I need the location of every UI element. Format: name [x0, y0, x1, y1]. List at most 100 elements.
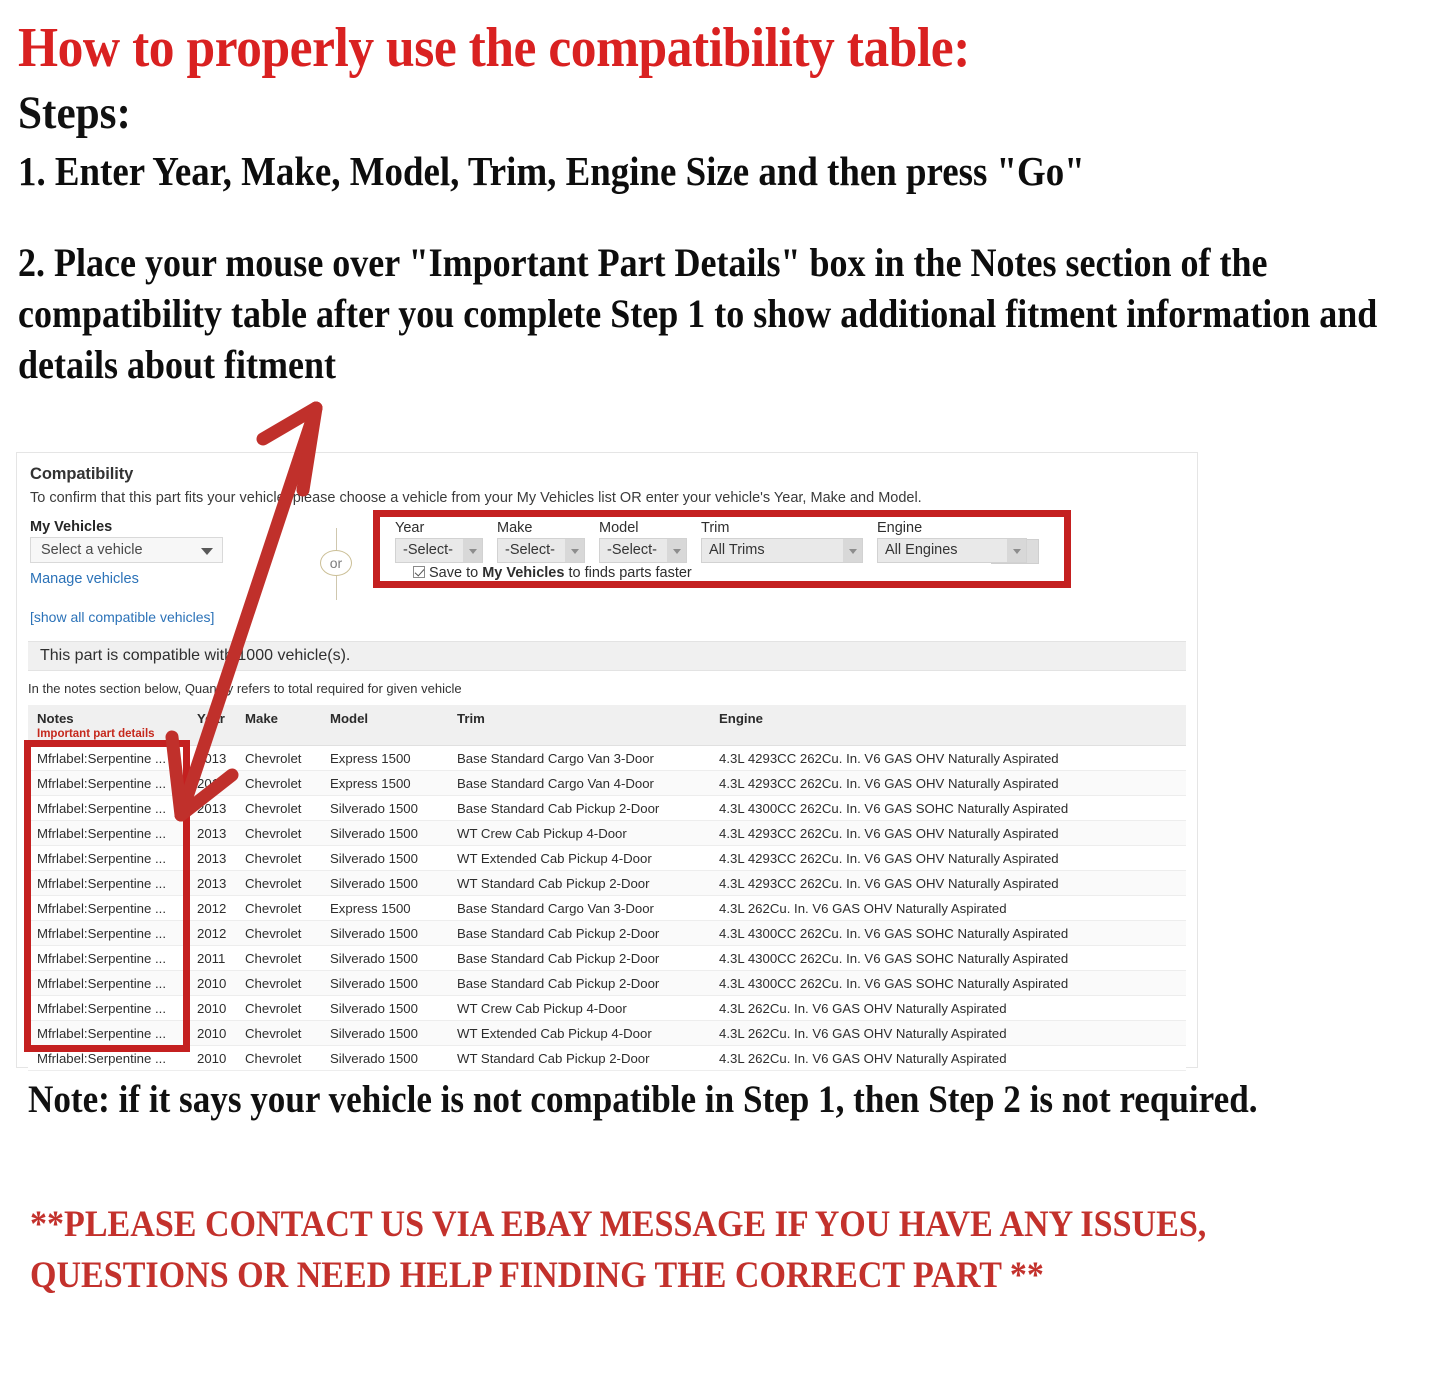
cell-trim: Base Standard Cargo Van 4-Door	[448, 770, 710, 796]
table-row: Mfrlabel:Serpentine ... 2012 Chevrolet Expr…	[28, 895, 1186, 921]
cell-notes[interactable]: Mfrlabel:Serpentine ...	[28, 820, 188, 846]
table-body: Mfrlabel:Serpentine ... 2013 Chevrolet Expr…	[28, 745, 1186, 1071]
select-trim[interactable]: All Trims	[701, 538, 863, 563]
cell-trim: WT Crew Cab Pickup 4-Door	[448, 820, 710, 846]
cell-engine: 4.3L 262Cu. In. V6 GAS OHV Naturally Asp…	[710, 1020, 1186, 1046]
save-suffix-text: to finds parts faster	[564, 565, 692, 581]
cell-engine: 4.3L 262Cu. In. V6 GAS OHV Naturally Asp…	[710, 995, 1186, 1021]
footer-contact: **PLEASE CONTACT US VIA EBAY MESSAGE IF …	[30, 1204, 1207, 1296]
cell-make: Chevrolet	[236, 845, 321, 871]
cell-engine: 4.3L 4293CC 262Cu. In. V6 GAS OHV Natura…	[710, 820, 1186, 846]
cell-year: 2013	[188, 870, 236, 896]
cell-year: 2010	[188, 1045, 236, 1071]
cell-notes[interactable]: Mfrlabel:Serpentine ...	[28, 770, 188, 796]
cell-notes[interactable]: Mfrlabel:Serpentine ...	[28, 870, 188, 896]
cell-year: 2013	[188, 845, 236, 871]
select-value-make: -Select-	[505, 542, 555, 558]
label-engine: Engine	[877, 520, 923, 536]
or-divider: or	[317, 528, 357, 600]
table-header: Notes Important part details Year Make M…	[28, 705, 1186, 746]
save-to-my-vehicles-row[interactable]: Save to My Vehicles to finds parts faste…	[413, 565, 692, 581]
cell-notes[interactable]: Mfrlabel:Serpentine ...	[28, 1020, 188, 1046]
label-trim: Trim	[701, 520, 730, 536]
column-header-make[interactable]: Make	[236, 705, 321, 746]
step-2-text: 2. Place your mouse over "Important Part…	[18, 239, 1378, 388]
cell-engine: 4.3L 4293CC 262Cu. In. V6 GAS OHV Natura…	[710, 870, 1186, 896]
my-vehicles-select[interactable]: Select a vehicle	[30, 537, 223, 563]
cell-make: Chevrolet	[236, 945, 321, 971]
cell-model: Silverado 1500	[321, 1020, 448, 1046]
cell-year: 2012	[188, 920, 236, 946]
column-header-year[interactable]: Year	[188, 705, 236, 746]
widget-subtitle: To confirm that this part fits your vehi…	[30, 490, 922, 506]
cell-model: Express 1500	[321, 895, 448, 921]
chevron-down-icon	[463, 539, 482, 562]
field-trim: Trim All Trims	[701, 520, 863, 563]
column-header-model[interactable]: Model	[321, 705, 448, 746]
chevron-down-icon	[201, 548, 213, 555]
cell-notes[interactable]: Mfrlabel:Serpentine ...	[28, 970, 188, 996]
my-vehicles-label: My Vehicles	[30, 519, 113, 535]
label-make: Make	[497, 520, 533, 536]
cell-engine: 4.3L 262Cu. In. V6 GAS OHV Naturally Asp…	[710, 1045, 1186, 1071]
chevron-down-icon	[1007, 539, 1026, 562]
footer-note: Note: if it says your vehicle is not com…	[28, 1078, 1258, 1121]
my-vehicles-value: Select a vehicle	[41, 542, 143, 558]
cell-make: Chevrolet	[236, 745, 321, 771]
or-label: or	[320, 550, 352, 576]
cell-trim: WT Standard Cab Pickup 2-Door	[448, 1045, 710, 1071]
table-row: Mfrlabel:Serpentine ... 2010 Chevrolet Silv…	[28, 970, 1186, 996]
select-model[interactable]: -Select-	[599, 538, 687, 563]
cell-notes[interactable]: Mfrlabel:Serpentine ...	[28, 895, 188, 921]
cell-make: Chevrolet	[236, 895, 321, 921]
select-value-engine: All Engines	[885, 542, 958, 558]
quantity-note: In the notes section below, Quantity ref…	[28, 681, 462, 696]
show-all-compatible-vehicles-link[interactable]: [show all compatible vehicles]	[30, 609, 214, 625]
compatible-count-banner: This part is compatible with 1000 vehicl…	[28, 641, 1186, 671]
table-row: Mfrlabel:Serpentine ... 2013 Chevrolet Silv…	[28, 845, 1186, 871]
cell-make: Chevrolet	[236, 1020, 321, 1046]
important-part-details-label: Important part details	[37, 728, 155, 740]
save-vehicle-checkbox[interactable]	[413, 566, 425, 578]
select-year[interactable]: -Select-	[395, 538, 483, 563]
cell-model: Silverado 1500	[321, 970, 448, 996]
cell-trim: Base Standard Cargo Van 3-Door	[448, 745, 710, 771]
label-year: Year	[395, 520, 425, 536]
cell-make: Chevrolet	[236, 995, 321, 1021]
cell-notes[interactable]: Mfrlabel:Serpentine ...	[28, 745, 188, 771]
table-header-row: Notes Important part details Year Make M…	[28, 705, 1186, 746]
cell-model: Silverado 1500	[321, 1045, 448, 1071]
column-header-trim[interactable]: Trim	[448, 705, 710, 746]
cell-model: Silverado 1500	[321, 920, 448, 946]
cell-model: Silverado 1500	[321, 795, 448, 821]
field-engine: Engine All Engines	[877, 520, 1027, 563]
cell-notes[interactable]: Mfrlabel:Serpentine ...	[28, 845, 188, 871]
compatibility-table: Notes Important part details Year Make M…	[28, 705, 1186, 1071]
instructions-block: How to properly use the compatibility ta…	[18, 0, 1418, 391]
cell-model: Express 1500	[321, 770, 448, 796]
table-row: Mfrlabel:Serpentine ... 2010 Chevrolet Silv…	[28, 1045, 1186, 1071]
cell-notes[interactable]: Mfrlabel:Serpentine ...	[28, 920, 188, 946]
cell-notes[interactable]: Mfrlabel:Serpentine ...	[28, 995, 188, 1021]
cell-year: 2010	[188, 1020, 236, 1046]
column-header-notes[interactable]: Notes Important part details	[28, 705, 188, 746]
cell-make: Chevrolet	[236, 970, 321, 996]
cell-make: Chevrolet	[236, 870, 321, 896]
manage-vehicles-link[interactable]: Manage vehicles	[30, 571, 139, 587]
column-header-engine[interactable]: Engine	[710, 705, 1186, 746]
cell-engine: 4.3L 4300CC 262Cu. In. V6 GAS SOHC Natur…	[710, 795, 1186, 821]
table-row: Mfrlabel:Serpentine ... 2013 Chevrolet Expr…	[28, 770, 1186, 796]
table-row: Mfrlabel:Serpentine ... 2010 Chevrolet Silv…	[28, 995, 1186, 1021]
cell-trim: WT Crew Cab Pickup 4-Door	[448, 995, 710, 1021]
cell-year: 2013	[188, 770, 236, 796]
field-year: Year -Select-	[395, 520, 483, 563]
cell-notes[interactable]: Mfrlabel:Serpentine ...	[28, 945, 188, 971]
chevron-down-icon	[843, 539, 862, 562]
select-make[interactable]: -Select-	[497, 538, 585, 563]
cell-notes[interactable]: Mfrlabel:Serpentine ...	[28, 795, 188, 821]
cell-year: 2010	[188, 995, 236, 1021]
cell-trim: Base Standard Cab Pickup 2-Door	[448, 920, 710, 946]
cell-year: 2010	[188, 970, 236, 996]
cell-notes[interactable]: Mfrlabel:Serpentine ...	[28, 1045, 188, 1071]
select-engine[interactable]: All Engines	[877, 538, 1027, 563]
